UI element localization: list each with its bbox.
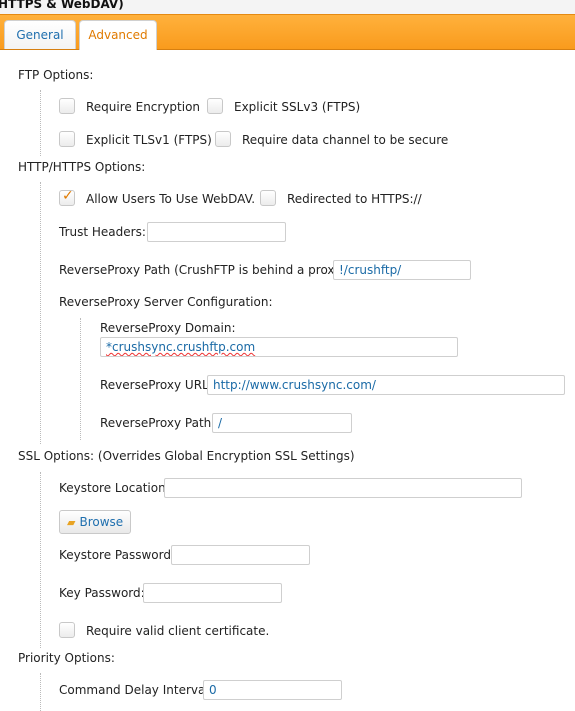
browse-button[interactable]: ▰ Browse — [59, 510, 132, 534]
http-options-heading: HTTP/HTTPS Options: — [18, 160, 146, 174]
ssl-options-heading: SSL Options: (Overrides Global Encryptio… — [18, 449, 355, 463]
tab-advanced[interactable]: Advanced — [79, 20, 157, 50]
server-config-heading: ReverseProxy Server Configuration: — [59, 295, 273, 309]
secure-data-channel-label: Require data channel to be secure — [242, 133, 449, 147]
key-password-label: Key Password: — [59, 586, 145, 600]
keystore-location-input[interactable] — [164, 478, 522, 498]
explicit-tlsv1-checkbox[interactable] — [59, 131, 75, 147]
explicit-tlsv1-label: Explicit TLSv1 (FTPS) — [86, 133, 212, 147]
folder-open-icon: ▰ — [67, 516, 76, 529]
keystore-password-input[interactable] — [171, 545, 310, 565]
http-options-guide — [40, 182, 41, 444]
keystore-location-label: Keystore Location: — [59, 481, 170, 495]
require-encryption-label: Require Encryption — [86, 100, 201, 114]
trust-headers-label: Trust Headers: — [59, 225, 146, 239]
tab-strip: General Advanced — [0, 14, 575, 50]
checkmark-icon: ✓ — [62, 188, 74, 204]
priority-options-heading: Priority Options: — [18, 651, 115, 665]
proxy-domain-value: *crushsync.crushftp.com — [106, 340, 256, 354]
proxy-url-input[interactable]: http://www.crushsync.com/ — [207, 375, 565, 395]
ftp-options-guide — [40, 90, 41, 156]
keystore-password-label: Keystore Password: — [59, 548, 176, 562]
require-encryption-checkbox[interactable] — [59, 98, 75, 114]
trust-headers-input[interactable] — [147, 222, 286, 242]
client-cert-label: Require valid client certificate. — [86, 624, 270, 638]
reverse-proxy-path-input[interactable]: !/crushftp/ — [333, 260, 471, 280]
allow-webdav-label: Allow Users To Use WebDAV. — [86, 192, 256, 206]
ftp-options-heading: FTP Options: — [18, 68, 94, 82]
redirect-https-label: Redirected to HTTPS:// — [287, 192, 422, 206]
tab-general[interactable]: General — [4, 20, 76, 49]
ssl-options-guide — [40, 472, 41, 648]
proxy-path-input[interactable]: / — [212, 413, 352, 433]
key-password-input[interactable] — [143, 583, 282, 603]
client-cert-checkbox[interactable] — [59, 622, 75, 638]
redirect-https-checkbox[interactable] — [260, 190, 276, 206]
proxy-domain-label: ReverseProxy Domain: — [100, 321, 236, 335]
reverse-proxy-path-label: ReverseProxy Path (CrushFTP is behind a … — [59, 263, 351, 277]
window-title: HTTPS & WebDAV) — [0, 0, 124, 11]
window-title-bar: HTTPS & WebDAV) — [0, 0, 575, 14]
command-delay-label: Command Delay Interval: — [59, 683, 213, 697]
allow-webdav-checkbox[interactable]: ✓ — [59, 188, 75, 206]
proxy-url-label: ReverseProxy URL: — [100, 378, 213, 392]
secure-data-channel-checkbox[interactable] — [215, 131, 231, 147]
explicit-sslv3-label: Explicit SSLv3 (FTPS) — [234, 100, 361, 114]
server-config-guide — [80, 318, 81, 440]
proxy-path-label: ReverseProxy Path: — [100, 416, 216, 430]
explicit-sslv3-checkbox[interactable] — [207, 98, 223, 114]
priority-options-guide — [40, 673, 41, 711]
command-delay-input[interactable]: 0 — [203, 680, 342, 700]
browse-button-label: Browse — [79, 515, 124, 529]
proxy-domain-input[interactable]: *crushsync.crushftp.com — [100, 337, 458, 357]
